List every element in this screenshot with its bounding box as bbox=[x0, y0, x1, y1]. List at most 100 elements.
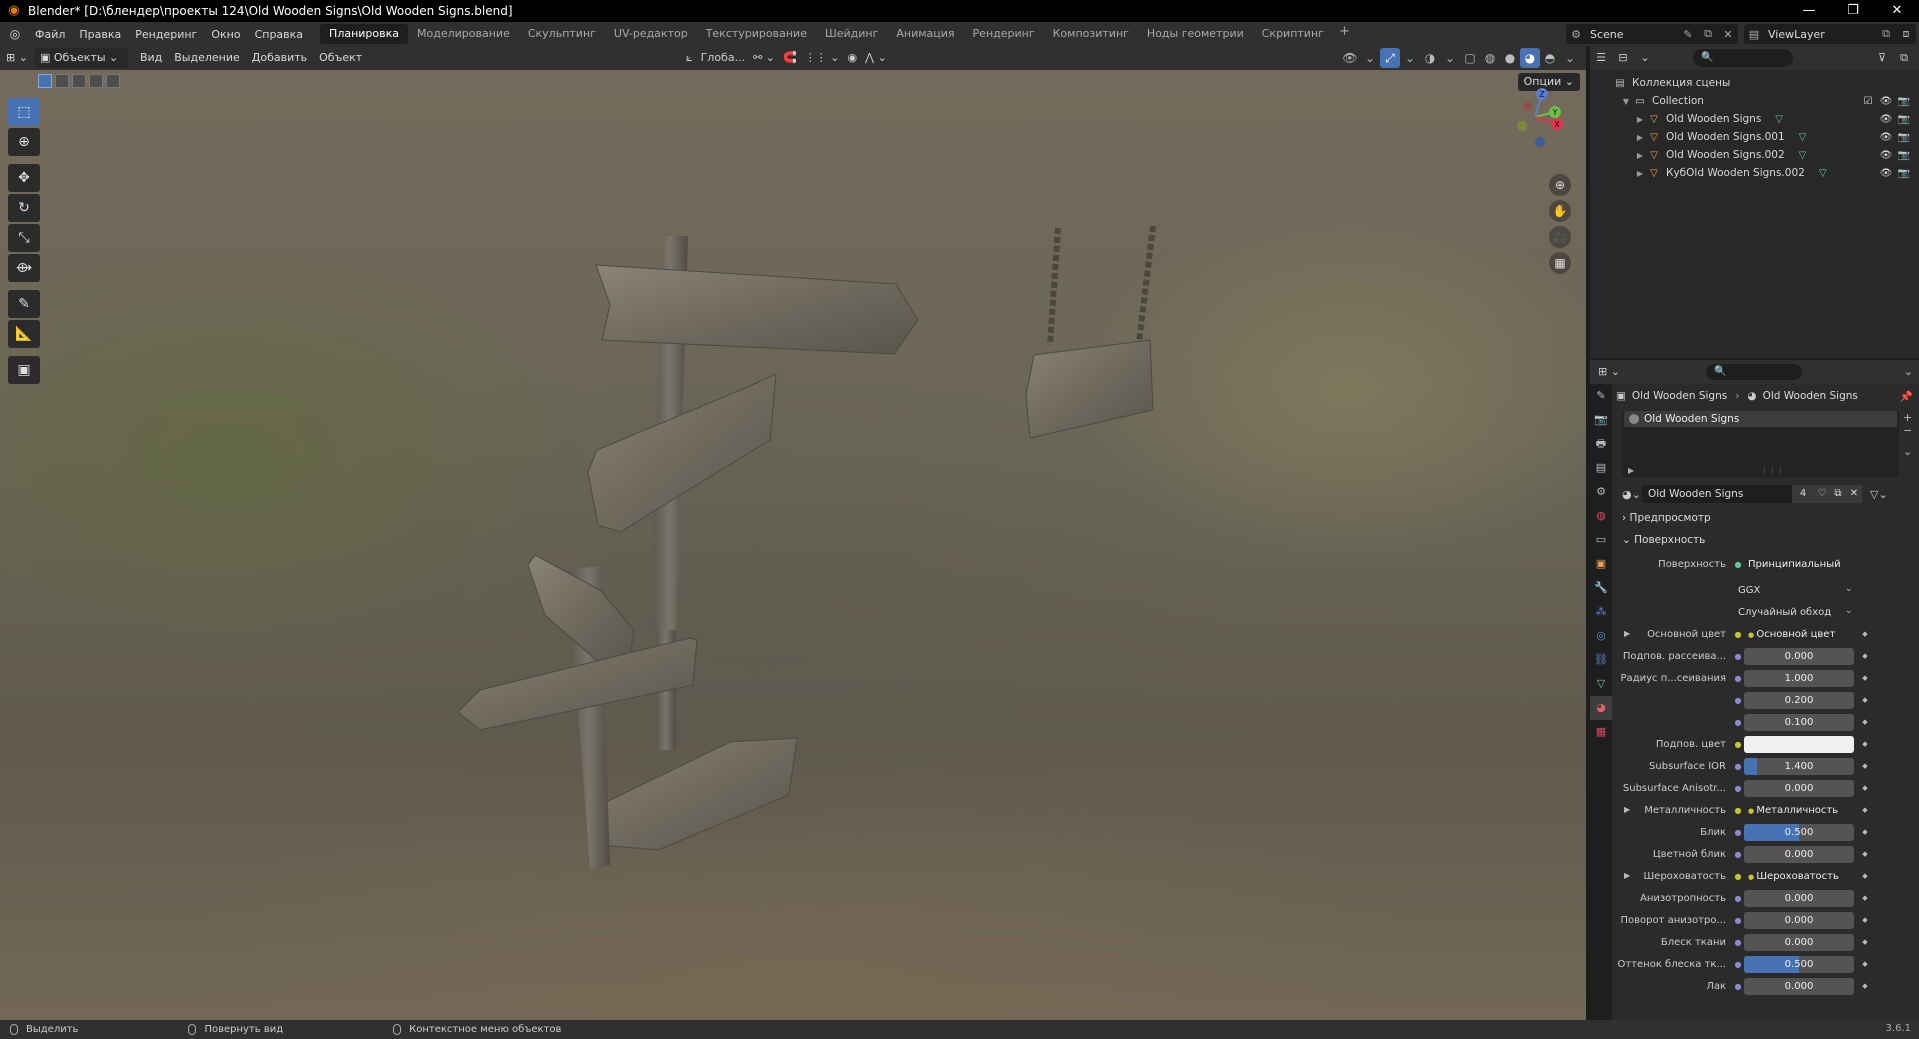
outliner-row-collection[interactable]: ▼ ▭ Collection ☑ 👁 📷 bbox=[1590, 92, 1919, 110]
gizmo-neg-y-axis[interactable] bbox=[1517, 121, 1527, 131]
scene-tab-icon[interactable]: ⚙ bbox=[1590, 480, 1612, 504]
keyframe-icon[interactable]: ◆ bbox=[1858, 850, 1872, 858]
constraints-tab-icon[interactable]: ⛓ bbox=[1590, 648, 1612, 672]
tab-shading[interactable]: Шейдинг bbox=[816, 24, 887, 44]
outliner-row-object[interactable]: ▶ ▽ КубOld Wooden Signs.002 ▽ 👁 📷 bbox=[1590, 164, 1919, 182]
keyframe-icon[interactable]: ◆ bbox=[1858, 894, 1872, 902]
outliner-search-input[interactable]: 🔍 bbox=[1693, 49, 1793, 67]
remove-slot-icon[interactable]: − bbox=[1903, 424, 1917, 437]
tab-compositing[interactable]: Композитинг bbox=[1044, 24, 1138, 44]
chevron-down-icon[interactable]: ⌄ bbox=[1634, 48, 1656, 68]
snap-target-icon[interactable]: ⋮⋮ ⌄ bbox=[801, 48, 844, 68]
keyframe-icon[interactable]: ◆ bbox=[1858, 740, 1872, 748]
link-mode-icon[interactable]: ▽⌄ bbox=[1870, 488, 1888, 501]
pivot-icon[interactable]: ⚯ ⌄ bbox=[749, 48, 779, 68]
modifier-tab-icon[interactable]: 🔧 bbox=[1590, 576, 1612, 600]
linked-input-field[interactable]: ● Основной цвет bbox=[1744, 625, 1854, 643]
overlays-icon[interactable]: ◑ bbox=[1420, 48, 1440, 68]
grid-perspective-icon[interactable]: ▦ bbox=[1549, 252, 1571, 274]
camera-icon[interactable]: 📷 bbox=[1895, 114, 1913, 125]
properties-search-input[interactable]: 🔍 bbox=[1706, 364, 1802, 380]
keyframe-icon[interactable]: ◆ bbox=[1858, 982, 1872, 990]
menu-file[interactable]: Файл bbox=[28, 28, 72, 41]
expand-arrow-icon[interactable]: ▶ bbox=[1628, 466, 1634, 475]
keyframe-icon[interactable]: ◆ bbox=[1858, 718, 1872, 726]
editor-type-icon[interactable]: ⊞ ⌄ bbox=[1594, 362, 1624, 382]
expand-arrow-icon[interactable]: ▶ bbox=[1634, 151, 1646, 160]
hanging-sign[interactable] bbox=[1025, 225, 1156, 439]
expand-arrow-icon[interactable]: ▶ bbox=[1634, 169, 1646, 178]
maximize-button[interactable]: ❐ bbox=[1831, 0, 1875, 22]
socket-icon[interactable]: ● bbox=[1732, 630, 1744, 639]
transform-orientation-dropdown[interactable]: Глоба... bbox=[697, 48, 749, 68]
material-users-count[interactable]: 4 bbox=[1792, 485, 1814, 503]
value-slider[interactable]: 0.000 bbox=[1744, 647, 1854, 665]
zoom-icon[interactable]: ⊕ bbox=[1549, 174, 1571, 196]
camera-icon[interactable]: 📷 bbox=[1895, 132, 1913, 143]
wireframe-shading-icon[interactable]: ◍ bbox=[1480, 48, 1500, 68]
camera-icon[interactable]: 📷 bbox=[1895, 150, 1913, 161]
display-mode-icon[interactable]: ⊟ bbox=[1612, 48, 1634, 68]
menu-render[interactable]: Рендеринг bbox=[128, 28, 204, 41]
value-slider[interactable]: 1.400 bbox=[1744, 757, 1854, 775]
menu-select[interactable]: Выделение bbox=[168, 48, 246, 68]
tab-texture-paint[interactable]: Текстурирование bbox=[697, 24, 816, 44]
physics-tab-icon[interactable]: ◎ bbox=[1590, 624, 1612, 648]
eye-icon[interactable]: 👁 bbox=[1877, 96, 1895, 107]
rendered-shading-icon[interactable]: ◓ bbox=[1540, 48, 1560, 68]
socket-icon[interactable]: ● bbox=[1732, 960, 1744, 969]
view-layer-tab-icon[interactable]: ▤ bbox=[1590, 456, 1612, 480]
particles-tab-icon[interactable]: ⁂ bbox=[1590, 600, 1612, 624]
material-slot-item[interactable]: Old Wooden Signs bbox=[1624, 411, 1897, 427]
camera-view-icon[interactable]: 🎥 bbox=[1549, 226, 1571, 248]
value-slider[interactable]: 0.000 bbox=[1744, 911, 1854, 929]
tab-scripting[interactable]: Скриптинг bbox=[1253, 24, 1333, 44]
checkbox-icon[interactable]: ☑ bbox=[1859, 96, 1877, 107]
falloff-icon[interactable]: ⋀ ⌄ bbox=[861, 48, 891, 68]
socket-icon[interactable]: ● bbox=[1732, 784, 1744, 793]
viewlayer-selector[interactable]: ▤ ViewLayer ⧉ ⧈ bbox=[1744, 24, 1916, 44]
material-browse-icon[interactable]: ◕⌄ bbox=[1622, 488, 1642, 501]
menu-object[interactable]: Объект bbox=[313, 48, 368, 68]
keyframe-icon[interactable]: ◆ bbox=[1858, 960, 1872, 968]
viewlayer-name[interactable]: ViewLayer bbox=[1764, 28, 1876, 41]
tall-signpost[interactable] bbox=[587, 236, 919, 851]
menu-view[interactable]: Вид bbox=[134, 48, 168, 68]
duplicate-material-icon[interactable]: ⧉ bbox=[1830, 485, 1846, 503]
proportional-edit-icon[interactable]: ◉ bbox=[843, 48, 861, 68]
world-tab-icon[interactable]: ◍ bbox=[1590, 504, 1612, 528]
value-slider[interactable]: 0.000 bbox=[1744, 933, 1854, 951]
texture-tab-icon[interactable]: ▦ bbox=[1590, 720, 1612, 744]
outliner-row-object[interactable]: ▶ ▽ Old Wooden Signs.002 ▽ 👁 📷 bbox=[1590, 146, 1919, 164]
3d-viewport[interactable]: Опции ⌄ ⬚ ⊕ ✥ ↻ ⤡ ⟴ ✎ 📐 ▣ Z Y X ⊕ ✋ 🎥 ▦ bbox=[0, 70, 1586, 1020]
keyframe-icon[interactable]: ◆ bbox=[1858, 828, 1872, 836]
keyframe-icon[interactable]: ◆ bbox=[1858, 674, 1872, 682]
keyframe-icon[interactable]: ◆ bbox=[1858, 652, 1872, 660]
socket-icon[interactable]: ● bbox=[1732, 806, 1744, 815]
color-swatch[interactable] bbox=[1744, 735, 1854, 753]
unlink-material-icon[interactable]: ✕ bbox=[1846, 485, 1862, 503]
expand-arrow-icon[interactable]: ▶ bbox=[1624, 799, 1630, 821]
tab-layout[interactable]: Планировка bbox=[320, 24, 409, 44]
data-tab-icon[interactable]: ▽ bbox=[1590, 672, 1612, 696]
chevron-down-icon[interactable]: ⌄ bbox=[1904, 362, 1913, 382]
linked-input-field[interactable]: ● Металличность bbox=[1744, 801, 1854, 819]
pin-icon[interactable]: ✎ bbox=[1678, 28, 1698, 41]
tab-geometry-nodes[interactable]: Ноды геометрии bbox=[1138, 24, 1253, 44]
gizmo-toggle-icon[interactable]: ⤢ bbox=[1380, 48, 1400, 68]
pin-icon[interactable]: 📌 bbox=[1900, 390, 1913, 403]
outliner-row-scene-collection[interactable]: ▤ Коллекция сцены bbox=[1590, 74, 1919, 92]
keyframe-icon[interactable]: ◆ bbox=[1858, 696, 1872, 704]
menu-edit[interactable]: Правка bbox=[72, 28, 128, 41]
material-name-field[interactable]: Old Wooden Signs bbox=[1642, 485, 1792, 503]
expand-arrow-icon[interactable]: ▼ bbox=[1620, 97, 1632, 106]
snap-icon[interactable]: 🧲 bbox=[779, 48, 801, 68]
scene-selector[interactable]: ⚙ Scene ✎ ⧉ ✕ bbox=[1566, 24, 1738, 44]
slot-menu-icon[interactable]: ⌄ bbox=[1903, 445, 1917, 458]
add-workspace-button[interactable]: + bbox=[1333, 24, 1356, 44]
tab-animation[interactable]: Анимация bbox=[887, 24, 963, 44]
value-slider[interactable]: 0.000 bbox=[1744, 779, 1854, 797]
eye-icon[interactable]: 👁 bbox=[1877, 132, 1895, 143]
resize-handle-icon[interactable]: ⋮⋮⋮ bbox=[1761, 466, 1785, 475]
chevron-down-icon[interactable]: ⌄ bbox=[1400, 48, 1420, 68]
